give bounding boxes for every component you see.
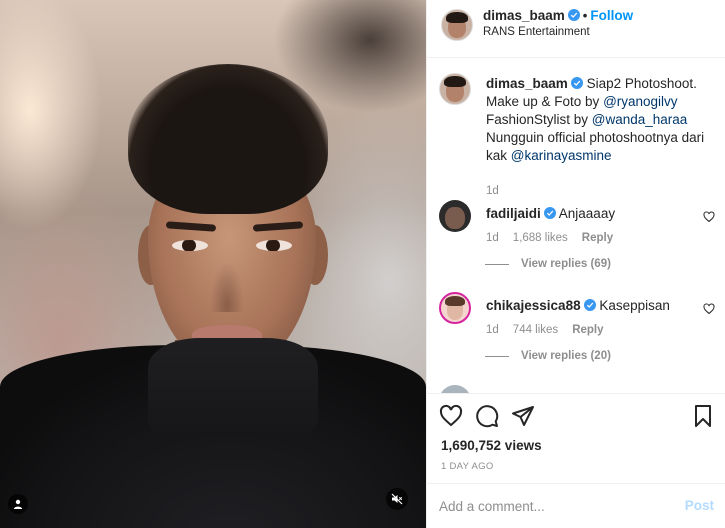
add-comment-bar: Post: [427, 483, 725, 528]
photo-eye-left: [172, 240, 208, 251]
mention-link[interactable]: @ryanogilvy: [603, 94, 677, 109]
header-user-line: dimas_baam • Follow: [483, 8, 633, 23]
avatar[interactable]: [439, 73, 471, 105]
follow-button[interactable]: Follow: [590, 8, 633, 23]
user-tag-icon[interactable]: [8, 494, 28, 514]
avatar-hair: [446, 11, 468, 24]
avatar[interactable]: [439, 200, 471, 232]
instagram-post: dimas_baam • Follow RANS Entertainment dim…: [0, 0, 725, 528]
view-replies-button[interactable]: View replies (69): [485, 258, 611, 270]
post-actions: 1,690,752 views 1 DAY AGO: [427, 393, 725, 483]
photo-nose: [210, 262, 244, 312]
comments-section[interactable]: dimas_baam Siap2 Photoshoot. Make up & F…: [427, 59, 725, 393]
comment-text: Anjaaaay: [558, 206, 616, 221]
caption-text-part: FashionStylist by: [486, 112, 592, 127]
paper-plane-icon[interactable]: [511, 404, 535, 428]
comment-username[interactable]: chikajessica88: [486, 298, 581, 313]
view-replies-label: View replies (20): [521, 350, 611, 362]
avatar[interactable]: [439, 292, 471, 324]
comment-input[interactable]: [439, 496, 669, 516]
speaker-muted-icon[interactable]: [386, 488, 408, 510]
comment-age[interactable]: 1d: [486, 232, 499, 244]
avatar[interactable]: [441, 9, 473, 41]
photo-eye-right: [256, 240, 292, 251]
heart-icon[interactable]: [439, 404, 463, 428]
comment-line: chikajessica88 Kaseppisan: [486, 298, 670, 313]
comment-meta: 1d 744 likes Reply: [486, 324, 618, 336]
post-date[interactable]: 1 DAY AGO: [441, 461, 494, 472]
comment-item: chikajessica88 Kaseppisan 1d 744 likes Rep…: [439, 292, 719, 362]
views-count[interactable]: 1,690,752 views: [441, 438, 542, 453]
comment-likes[interactable]: 1,688 likes: [513, 232, 568, 244]
caption-text: dimas_baam Siap2 Photoshoot. Make up & F…: [486, 75, 711, 165]
mention-link[interactable]: @wanda_haraa: [592, 112, 688, 127]
comment-item-cutoff: [439, 385, 719, 393]
caption-username[interactable]: dimas_baam: [486, 76, 568, 91]
avatar[interactable]: [439, 385, 471, 393]
comment-bubble-icon[interactable]: [475, 404, 499, 428]
header-separator: •: [582, 8, 588, 23]
post-side-panel: dimas_baam • Follow RANS Entertainment dim…: [426, 0, 725, 528]
verified-badge-icon: [583, 299, 596, 311]
post-media[interactable]: [0, 0, 426, 528]
heart-icon[interactable]: [703, 303, 715, 315]
reply-button[interactable]: Reply: [572, 324, 603, 336]
avatar-face: [445, 207, 465, 230]
comment-text: Kaseppisan: [599, 298, 670, 313]
mention-link[interactable]: @karinayasmine: [511, 148, 612, 163]
comment-meta: 1d 1,688 likes Reply: [486, 232, 627, 244]
replies-line: [485, 355, 509, 357]
view-replies-button[interactable]: View replies (20): [485, 350, 611, 362]
replies-line: [485, 263, 509, 265]
verified-badge-icon: [570, 77, 583, 89]
view-replies-label: View replies (69): [521, 258, 611, 270]
heart-icon[interactable]: [703, 211, 715, 223]
header-username[interactable]: dimas_baam: [483, 8, 565, 23]
post-header: dimas_baam • Follow RANS Entertainment: [427, 0, 725, 58]
reply-button[interactable]: Reply: [582, 232, 613, 244]
caption-age[interactable]: 1d: [486, 185, 499, 197]
comment-line: fadiljaidi Anjaaaay: [486, 206, 615, 221]
header-subtitle[interactable]: RANS Entertainment: [483, 26, 590, 38]
photo-hair: [128, 64, 328, 214]
post-button[interactable]: Post: [685, 498, 714, 513]
verified-badge-icon: [543, 207, 556, 219]
verified-badge-icon: [567, 9, 580, 21]
bookmark-icon[interactable]: [691, 404, 715, 428]
comment-username[interactable]: fadiljaidi: [486, 206, 541, 221]
comment-item: fadiljaidi Anjaaaay 1d 1,688 likes Reply V…: [439, 200, 719, 270]
photo-collar: [148, 338, 318, 438]
avatar-hair: [444, 295, 466, 307]
comment-likes[interactable]: 744 likes: [513, 324, 558, 336]
comment-age[interactable]: 1d: [486, 324, 499, 336]
avatar-hair: [444, 75, 466, 88]
